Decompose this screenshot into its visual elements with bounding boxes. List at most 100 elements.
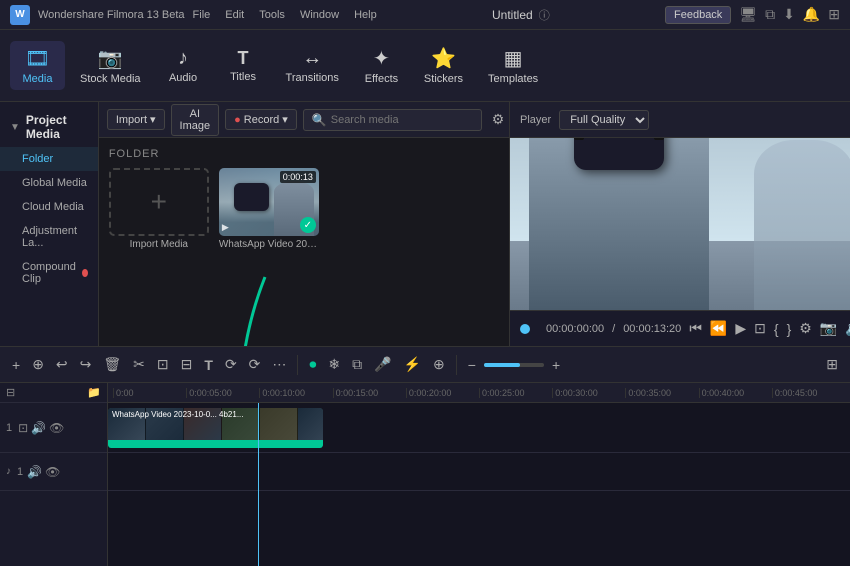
sidebar-item-global-media[interactable]: Global Media: [0, 171, 98, 195]
skip-back-button[interactable]: ⏮: [689, 320, 702, 337]
speed-button[interactable]: ⚡: [400, 354, 425, 375]
menu-window[interactable]: Window: [300, 9, 339, 21]
sidebar-item-folder[interactable]: Folder: [0, 147, 98, 171]
toolbar-media[interactable]: 🎞 Media: [10, 41, 65, 90]
split-button[interactable]: ⊟: [177, 354, 197, 375]
loop-fwd-button[interactable]: ⟳: [245, 354, 265, 375]
sidebar-item-compound-clip[interactable]: Compound Clip: [0, 255, 98, 291]
timeline-track-headers: ⊟ 📁 1 ⊡ 🔊 👁 ♪ 1 🔊 👁: [0, 383, 108, 566]
mark-out-button[interactable]: }: [787, 320, 792, 337]
loop-back-button[interactable]: ⟳: [221, 354, 241, 375]
import-button[interactable]: Import ▾: [107, 109, 165, 130]
mark-in-button[interactable]: {: [774, 320, 779, 337]
toolbar-transitions[interactable]: ↔ Transitions: [276, 42, 349, 89]
stock-media-icon: 📷: [98, 46, 123, 71]
video-track-eye-icon[interactable]: 👁: [49, 421, 64, 435]
zoom-in-button[interactable]: +: [548, 355, 564, 375]
copy-icon[interactable]: ⧉: [765, 6, 775, 23]
sidebar-item-adjustment[interactable]: Adjustment La...: [0, 219, 98, 255]
audio-track-speaker-icon[interactable]: 🔊: [27, 465, 42, 479]
more-tools-button[interactable]: ⋯: [268, 354, 290, 375]
search-box[interactable]: 🔍: [303, 109, 482, 131]
add-track-button[interactable]: +: [8, 355, 24, 375]
playhead[interactable]: [258, 403, 259, 566]
download-icon[interactable]: ⬇: [783, 6, 795, 23]
mic-button[interactable]: 🎤: [370, 354, 395, 375]
video-clip[interactable]: WhatsApp Video 2023-10-0... 4b21...: [108, 408, 323, 448]
undo-button[interactable]: ↩: [52, 354, 72, 375]
menu-edit[interactable]: Edit: [225, 9, 244, 21]
audio-track: [108, 453, 850, 491]
time-separator: /: [612, 323, 615, 335]
compound-clip-label: Compound Clip: [22, 261, 78, 285]
ruler-mark-7: 0:00:35:00: [625, 388, 698, 398]
media-content: Import ▾ AI Image ● Record ▾ 🔍 ⚙: [99, 102, 509, 346]
menu-help[interactable]: Help: [354, 9, 377, 21]
video-track-thumbnail-icon[interactable]: ⊡: [18, 421, 28, 435]
audio-track-eye-icon[interactable]: 👁: [45, 465, 60, 479]
menu-tools[interactable]: Tools: [259, 9, 285, 21]
import-media-item[interactable]: + Import Media: [109, 168, 209, 250]
toolbar-stickers[interactable]: ⭐ Stickers: [414, 41, 473, 90]
monitor-icon[interactable]: 🖥: [739, 6, 757, 23]
feedback-button[interactable]: Feedback: [665, 6, 731, 24]
timeline-toolbar: + ⊕ ↩ ↪ 🗑 ✂ ⊡ ⊟ T ⟳ ⟳ ⋯ ⏺ ❄ ⧉ 🎤 ⚡ ⊕ − + …: [0, 347, 850, 383]
play-button[interactable]: ▶: [735, 320, 746, 337]
volume-button[interactable]: 🔊: [845, 320, 850, 337]
video-clip-inner: WhatsApp Video 2023-10-0... 4b21...: [108, 408, 323, 448]
video-track-speaker-icon[interactable]: 🔊: [31, 421, 46, 435]
text-button[interactable]: T: [200, 355, 217, 375]
sidebar-item-cloud-media[interactable]: Cloud Media: [0, 195, 98, 219]
zoom-slider[interactable]: [484, 363, 544, 367]
right-panel: Player Full Quality ⊡: [510, 102, 850, 346]
menu-file[interactable]: File: [193, 9, 211, 21]
toolbar-titles[interactable]: T Titles: [216, 43, 271, 88]
toolbar-templates[interactable]: ▦ Templates: [478, 41, 548, 90]
cut-button[interactable]: ✂: [129, 354, 149, 375]
sidebar-project-media-header[interactable]: ▼ Project Media: [0, 107, 98, 147]
player-label: Player: [520, 114, 551, 126]
delete-button[interactable]: 🗑: [99, 354, 125, 375]
toolbar-audio[interactable]: ♪ Audio: [156, 42, 211, 89]
transitions-icon: ↔: [302, 47, 322, 70]
crop-button[interactable]: ⊡: [153, 354, 173, 375]
toolbar-effects[interactable]: ✦ Effects: [354, 41, 409, 90]
filter-icon[interactable]: ⚙: [488, 109, 509, 130]
zoom-out-button[interactable]: −: [464, 355, 480, 375]
timeline-tracks: WhatsApp Video 2023-10-0... 4b21...: [108, 403, 850, 566]
screenshot-button[interactable]: 📷: [820, 320, 837, 337]
clip-label: WhatsApp Video 2023-10-0... 4b21...: [112, 410, 244, 419]
timeline-ruler: 0:00 0:00:05:00 0:00:10:00 0:00:15:00 0:…: [108, 383, 850, 403]
clip-button[interactable]: ⧉: [348, 354, 366, 375]
add-track-icon[interactable]: 📁: [87, 386, 101, 399]
freeze-button[interactable]: ❄: [324, 354, 344, 375]
ai-image-button[interactable]: AI Image: [171, 104, 220, 136]
bell-icon[interactable]: 🔔: [803, 6, 820, 23]
expand-icon: ⊟: [6, 386, 15, 399]
grid-icon[interactable]: ⊞: [828, 6, 840, 23]
progress-dot[interactable]: [520, 324, 530, 334]
search-input[interactable]: [331, 114, 473, 126]
fullscreen-button[interactable]: ⊡: [754, 320, 766, 337]
timeline: + ⊕ ↩ ↪ 🗑 ✂ ⊡ ⊟ T ⟳ ⟳ ⋯ ⏺ ❄ ⧉ 🎤 ⚡ ⊕ − + …: [0, 346, 850, 566]
ruler-mark-4: 0:00:20:00: [406, 388, 479, 398]
step-back-button[interactable]: ⏪: [710, 320, 727, 337]
toolbar-stock-media-label: Stock Media: [80, 73, 141, 85]
record-button[interactable]: ● Record ▾: [225, 109, 297, 130]
toolbar-stickers-label: Stickers: [424, 73, 463, 85]
quality-select[interactable]: Full Quality: [559, 110, 649, 130]
record-timeline-button[interactable]: ⏺: [305, 354, 320, 375]
timeline-settings-button[interactable]: ⊞: [822, 354, 842, 375]
ruler-mark-2: 0:00:10:00: [259, 388, 332, 398]
video-media-item[interactable]: 0:00:13 ✓ ▶ WhatsApp Video 2023-10-05...: [219, 168, 319, 250]
redo-button[interactable]: ↪: [76, 354, 96, 375]
settings-button[interactable]: ⚙: [799, 320, 812, 337]
magnet-button[interactable]: ⊕: [28, 354, 48, 375]
toolbar-transitions-label: Transitions: [286, 72, 339, 84]
media-browser: ▼ Project Media Folder Global Media Clou…: [0, 102, 509, 346]
toolbar-stock-media[interactable]: 📷 Stock Media: [70, 41, 151, 90]
audio-track-number: 1: [17, 466, 23, 478]
player-video: [510, 138, 850, 310]
sidebar-expand-arrow: ▼: [10, 122, 20, 133]
motion-button[interactable]: ⊕: [429, 354, 449, 375]
